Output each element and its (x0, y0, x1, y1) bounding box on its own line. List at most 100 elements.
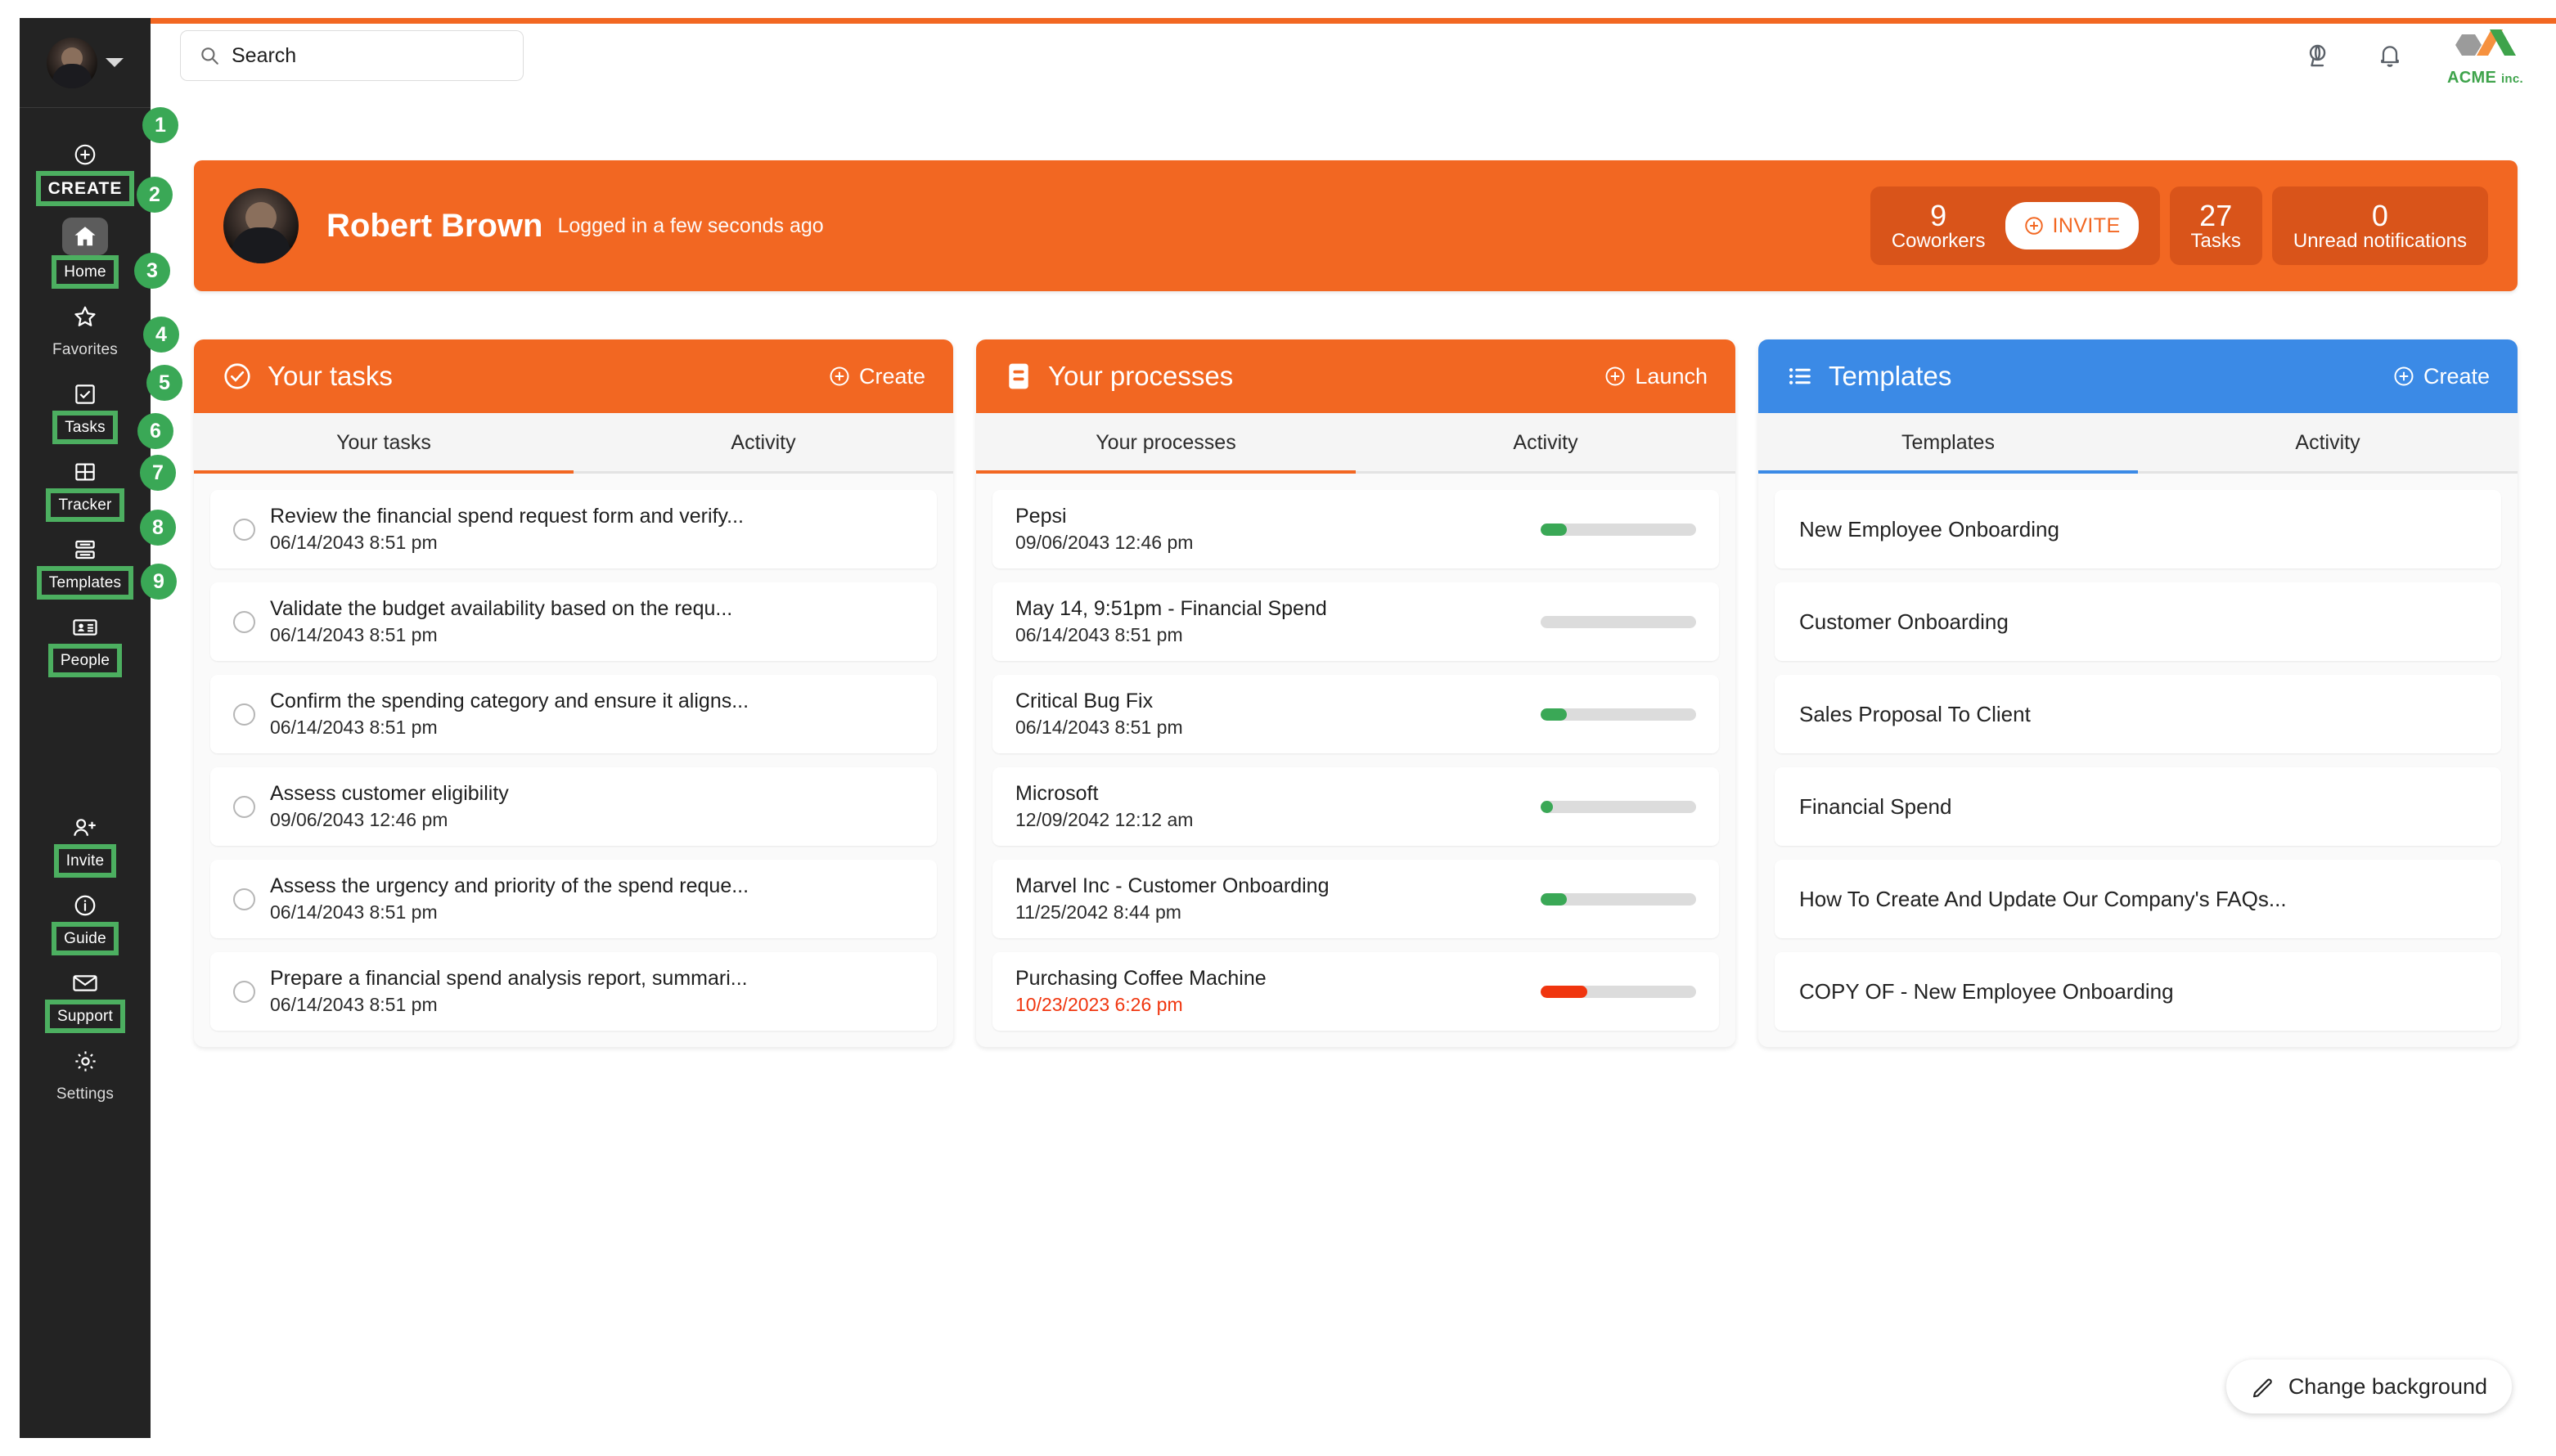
hero-stats: 9 Coworkers INVITE 27 Tasks (1870, 186, 2488, 265)
chevron-down-icon[interactable] (106, 58, 124, 67)
task-row[interactable]: Validate the budget availability based o… (210, 582, 937, 661)
processes-launch-button[interactable]: Launch (1604, 364, 1708, 389)
sidebar-item-templates[interactable]: Templates (20, 524, 151, 602)
template-title: COPY OF - New Employee Onboarding (1799, 979, 2174, 1004)
template-title: Sales Proposal To Client (1799, 702, 2031, 727)
sidebar-item-create[interactable]: CREATE (20, 129, 151, 209)
task-title: Prepare a financial spend analysis repor… (270, 967, 748, 991)
topbar: Search ACME inc (151, 24, 2556, 88)
info-icon (66, 889, 104, 922)
sidebar-item-guide[interactable]: Guide (20, 880, 151, 958)
gear-icon (66, 1045, 104, 1077)
process-date: 10/23/2023 6:26 pm (1015, 994, 1267, 1016)
process-row[interactable]: Purchasing Coffee Machine 10/23/2023 6:2… (992, 952, 1719, 1031)
sidebar-item-tracker[interactable]: Tracker (20, 447, 151, 524)
templates-create-button[interactable]: Create (2392, 364, 2490, 389)
bell-icon[interactable] (2377, 42, 2403, 70)
tab-your-processes[interactable]: Your processes (976, 413, 1356, 471)
annotation-badge: 4 (143, 317, 179, 353)
task-complete-radio[interactable] (233, 981, 255, 1003)
sidebar-profile[interactable] (20, 18, 151, 108)
template-row[interactable]: COPY OF - New Employee Onboarding (1775, 952, 2501, 1031)
your-processes-list: Pepsi 09/06/2043 12:46 pm May 14, 9:51pm… (976, 474, 1735, 1047)
process-row[interactable]: May 14, 9:51pm - Financial Spend 06/14/2… (992, 582, 1719, 661)
sidebar-item-label: Favorites (45, 338, 125, 362)
template-row[interactable]: Sales Proposal To Client (1775, 675, 2501, 753)
template-row[interactable]: Customer Onboarding (1775, 582, 2501, 661)
home-icon (62, 218, 108, 255)
your-processes-card: Your processes Launch Your processes Act… (976, 339, 1735, 1047)
user-avatar[interactable] (47, 38, 97, 88)
grid-icon (66, 456, 104, 488)
search-input[interactable]: Search (180, 30, 524, 81)
tab-processes-activity[interactable]: Activity (1356, 413, 1735, 471)
your-tasks-list: Review the financial spend request form … (194, 474, 953, 1047)
globe-icon[interactable] (2305, 42, 2333, 70)
tab-templates[interactable]: Templates (1758, 413, 2138, 471)
process-progress-bar (1541, 524, 1696, 536)
user-hero-banner: Robert Brown Logged in a few seconds ago… (194, 160, 2518, 291)
task-row[interactable]: Confirm the spending category and ensure… (210, 675, 937, 753)
task-row[interactable]: Review the financial spend request form … (210, 490, 937, 568)
process-progress-bar (1541, 708, 1696, 721)
task-complete-radio[interactable] (233, 611, 255, 633)
template-row[interactable]: New Employee Onboarding (1775, 490, 2501, 568)
stat-tasks-value-group: 27 Tasks (2191, 200, 2241, 252)
sidebar-item-home[interactable]: Home (20, 209, 151, 291)
process-progress-bar (1541, 616, 1696, 628)
process-row[interactable]: Marvel Inc - Customer Onboarding 11/25/2… (992, 860, 1719, 938)
task-complete-radio[interactable] (233, 796, 255, 818)
process-row[interactable]: Pepsi 09/06/2043 12:46 pm (992, 490, 1719, 568)
task-row[interactable]: Assess customer eligibility 09/06/2043 1… (210, 767, 937, 846)
task-complete-radio[interactable] (233, 888, 255, 910)
your-tasks-title: Your tasks (268, 361, 393, 392)
your-processes-tabs: Your processes Activity (976, 413, 1735, 474)
sidebar-item-people[interactable]: People (20, 602, 151, 680)
tab-tasks-activity[interactable]: Activity (574, 413, 953, 471)
sidebar-item-label: Support (50, 1004, 120, 1028)
process-progress-fill (1541, 893, 1567, 906)
tab-your-tasks[interactable]: Your tasks (194, 413, 574, 471)
process-title: Pepsi (1015, 505, 1193, 528)
stat-notifications-value: 0 (2372, 200, 2388, 231)
process-progress-fill (1541, 708, 1567, 721)
template-row[interactable]: How To Create And Update Our Company's F… (1775, 860, 2501, 938)
process-title: Microsoft (1015, 782, 1193, 806)
sidebar-item-favorites[interactable]: Favorites (20, 291, 151, 369)
processes-launch-label: Launch (1635, 364, 1708, 389)
stat-unread-notifications[interactable]: 0 Unread notifications (2272, 186, 2488, 265)
process-row[interactable]: Critical Bug Fix 06/14/2043 8:51 pm (992, 675, 1719, 753)
sidebar-item-label: Home (56, 260, 113, 284)
process-row[interactable]: Microsoft 12/09/2042 12:12 am (992, 767, 1719, 846)
task-title: Validate the budget availability based o… (270, 597, 732, 621)
contact-card-icon (66, 611, 104, 644)
process-progress-bar (1541, 893, 1696, 906)
hero-avatar (223, 188, 299, 263)
stat-tasks-label: Tasks (2191, 231, 2241, 251)
invite-button[interactable]: INVITE (2005, 202, 2139, 249)
tab-templates-activity[interactable]: Activity (2138, 413, 2518, 471)
change-background-button[interactable]: Change background (2226, 1359, 2512, 1413)
task-row[interactable]: Assess the urgency and priority of the s… (210, 860, 937, 938)
task-date: 06/14/2043 8:51 pm (270, 624, 732, 646)
process-progress-bar (1541, 986, 1696, 998)
sidebar-item-settings[interactable]: Settings (20, 1036, 151, 1113)
template-title: New Employee Onboarding (1799, 517, 2059, 542)
stat-coworkers[interactable]: 9 Coworkers INVITE (1870, 186, 2160, 265)
process-title: Critical Bug Fix (1015, 690, 1183, 713)
task-date: 09/06/2043 12:46 pm (270, 809, 509, 831)
sidebar-item-invite[interactable]: Invite (20, 802, 151, 880)
sidebar-item-support[interactable]: Support (20, 958, 151, 1036)
templates-icon (66, 533, 104, 566)
stat-tasks[interactable]: 27 Tasks (2170, 186, 2262, 265)
task-row[interactable]: Prepare a financial spend analysis repor… (210, 952, 937, 1031)
templates-header: Templates Create (1758, 339, 2518, 413)
task-complete-radio[interactable] (233, 703, 255, 726)
template-row[interactable]: Financial Spend (1775, 767, 2501, 846)
plus-circle-icon (1604, 365, 1627, 388)
task-complete-radio[interactable] (233, 519, 255, 541)
your-tasks-header: Your tasks Create (194, 339, 953, 413)
sidebar-item-tasks[interactable]: Tasks (20, 369, 151, 447)
task-row-text: Validate the budget availability based o… (270, 597, 732, 646)
tasks-create-button[interactable]: Create (828, 364, 925, 389)
